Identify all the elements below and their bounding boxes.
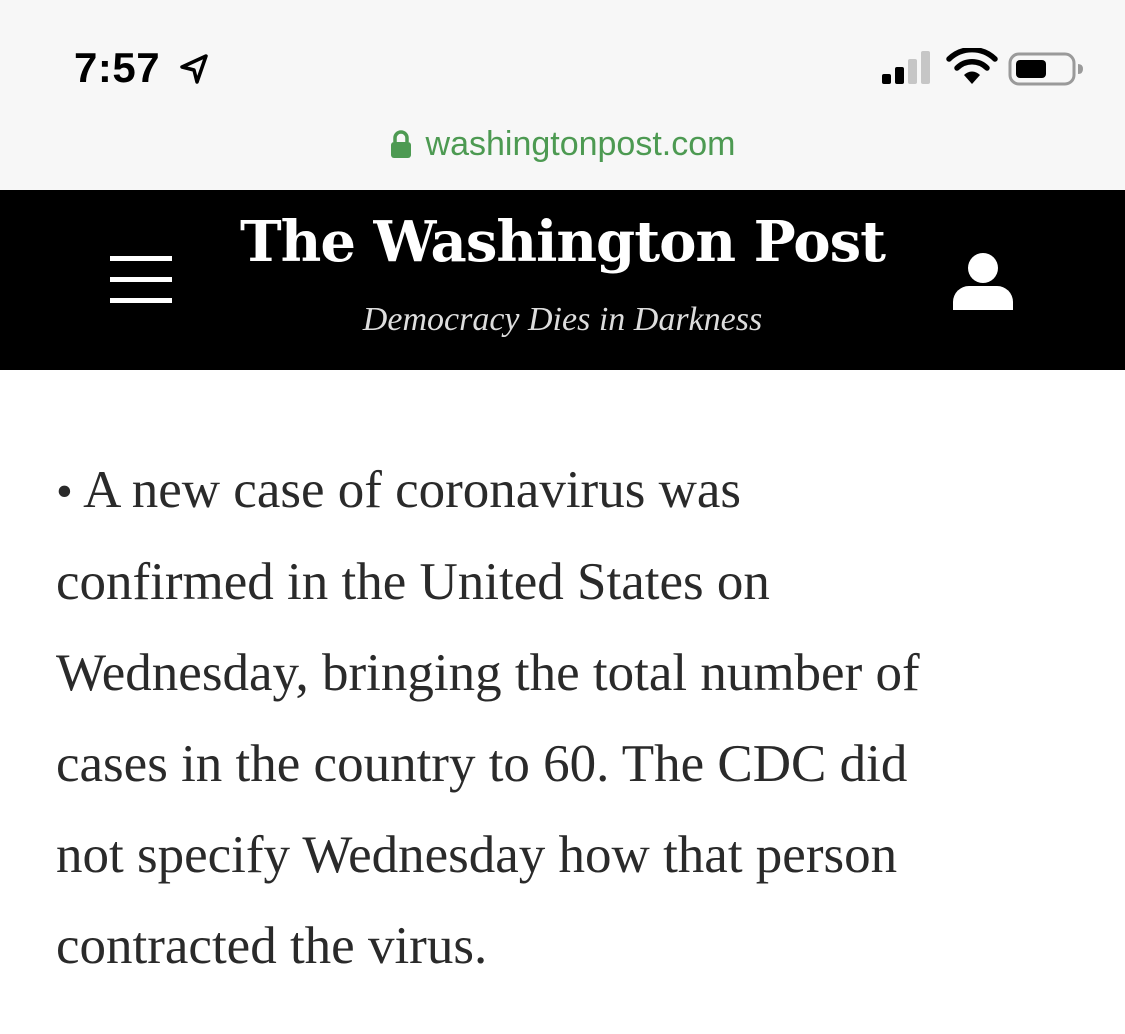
hamburger-menu-icon[interactable] — [110, 256, 172, 306]
battery-icon — [1008, 52, 1083, 86]
lock-icon — [390, 130, 411, 158]
url-text[interactable]: washingtonpost.com — [426, 124, 736, 164]
bullet-point: • — [56, 465, 73, 518]
menu-bar-middle — [110, 277, 172, 282]
article-line: not specify Wednesday how that person — [56, 826, 898, 884]
site-logo[interactable]: The Washington Post — [240, 208, 886, 276]
status-bar: 7:57 — [0, 0, 1125, 110]
mobile-screen: 7:57 washingtonpost.com The Washington P… — [0, 0, 1125, 1034]
menu-bar-bottom — [110, 298, 172, 303]
browser-address-bar[interactable]: washingtonpost.com — [0, 110, 1125, 190]
article-line: cases in the country to 60. The CDC did — [56, 735, 908, 793]
article-line-text: A new case of coronavirus was — [83, 461, 742, 519]
article-line: contracted the virus. — [56, 917, 488, 975]
article-line: • A new case of coronavirus was — [56, 445, 1066, 537]
wifi-icon — [946, 48, 998, 84]
article-body: • A new case of coronavirus was confirme… — [56, 445, 1066, 992]
location-arrow-icon — [180, 54, 208, 84]
site-header: The Washington Post Democracy Dies in Da… — [0, 190, 1125, 370]
user-account-icon[interactable] — [952, 252, 1014, 310]
status-time: 7:57 — [74, 44, 161, 91]
article-line: Wednesday, bringing the total number of — [56, 644, 920, 702]
cellular-signal-icon — [882, 51, 930, 84]
site-tagline: Democracy Dies in Darkness — [362, 301, 763, 338]
menu-bar-top — [110, 256, 172, 261]
article-line: confirmed in the United States on — [56, 553, 770, 611]
address-display[interactable]: washingtonpost.com — [0, 124, 1125, 164]
